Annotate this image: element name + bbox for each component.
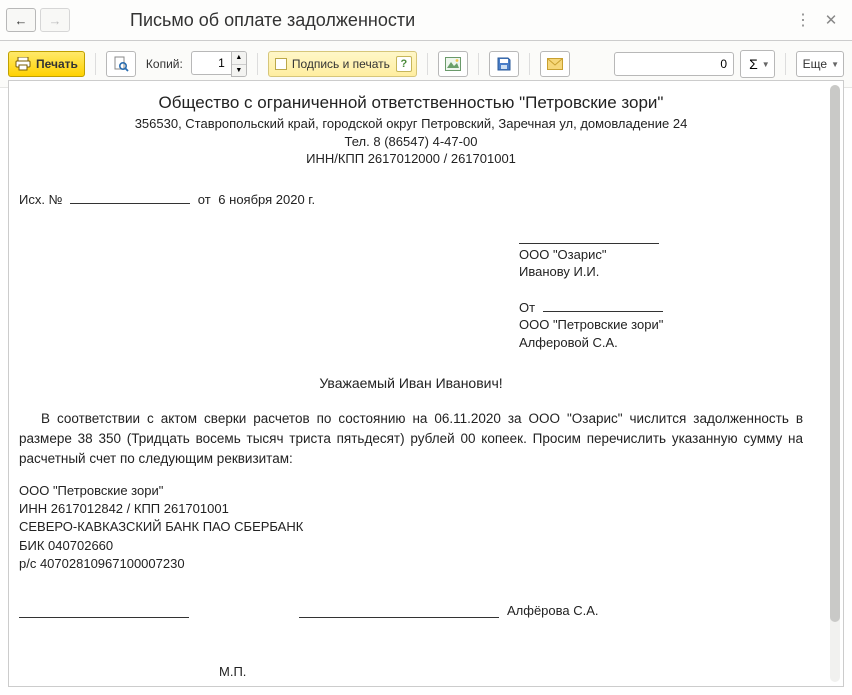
organization-title: Общество с ограниченной ответственностью… [19, 93, 803, 113]
copies-spinner[interactable]: ▲ ▼ [191, 51, 247, 77]
scrollbar-thumb[interactable] [830, 85, 840, 622]
salutation: Уважаемый Иван Иванович! [19, 375, 803, 391]
magnifier-document-icon [113, 56, 129, 72]
toolbar-divider [257, 53, 258, 75]
copies-label: Копий: [146, 57, 183, 71]
sum-field[interactable] [614, 52, 734, 76]
picture-icon [445, 57, 461, 71]
sign-and-print-label: Подпись и печать [292, 57, 390, 71]
signer-name: Алфёрова С.А. [507, 603, 599, 618]
arrow-left-icon: ← [15, 13, 28, 28]
copies-spin-up[interactable]: ▲ [232, 52, 246, 65]
toolbar-divider [478, 53, 479, 75]
organization-phone: Тел. 8 (86547) 4-47-00 [19, 133, 803, 151]
outgoing-prefix: Исх. № [19, 192, 63, 207]
email-button[interactable] [540, 51, 570, 77]
req-inn-kpp: ИНН 2617012842 / КПП 261701001 [19, 500, 803, 518]
kebab-menu-icon[interactable]: ⋮ [794, 10, 812, 30]
organization-inn-kpp: ИНН/КПП 2617012000 / 261701001 [19, 150, 803, 168]
recipient-person: Иванову И.И. [519, 263, 803, 281]
letter-body: В соответствии с актом сверки расчетов п… [19, 409, 803, 468]
envelope-icon [547, 58, 563, 70]
save-button[interactable] [489, 51, 519, 77]
sender-person: Алферовой С.А. [519, 334, 803, 352]
signature-slot-date [19, 615, 189, 618]
chevron-down-icon: ▼ [762, 60, 770, 69]
image-tool-button[interactable] [438, 51, 468, 77]
floppy-disk-icon [497, 57, 511, 71]
from-label: От [519, 300, 535, 315]
document-scroll-area[interactable]: Общество с ограниченной ответственностью… [9, 81, 827, 686]
req-bik: БИК 040702660 [19, 537, 803, 555]
help-icon[interactable]: ? [396, 56, 412, 72]
sender-org: ООО "Петровские зори" [519, 316, 803, 334]
sender-block: От ООО "Петровские зори" Алферовой С.А. [519, 299, 803, 352]
checkbox-empty-icon [275, 58, 287, 70]
close-icon[interactable]: ✕ [822, 11, 840, 29]
signature-slot-sign [299, 615, 499, 618]
nav-back-button[interactable]: ← [6, 8, 36, 32]
sender-underline [543, 311, 663, 312]
arrow-right-icon: → [49, 13, 62, 28]
document-content: Общество с ограниченной ответственностью… [19, 93, 803, 679]
nav-forward-button[interactable]: → [40, 8, 70, 32]
vertical-scrollbar[interactable] [830, 85, 840, 682]
chevron-down-icon: ▼ [831, 60, 839, 69]
outgoing-date-prefix: от [198, 192, 211, 207]
print-button[interactable]: Печать [8, 51, 85, 77]
window-title: Письмо об оплате задолженности [130, 10, 794, 31]
req-bank: СЕВЕРО-КАВКАЗСКИЙ БАНК ПАО СБЕРБАНК [19, 518, 803, 536]
outgoing-date: 6 ноября 2020 г. [218, 192, 315, 207]
document-viewport: Общество с ограниченной ответственностью… [8, 80, 844, 687]
outgoing-number-blank [70, 203, 190, 204]
toolbar-divider [427, 53, 428, 75]
sum-dropdown-button[interactable]: Σ ▼ [740, 50, 775, 78]
signature-row: Алфёрова С.А. [19, 603, 803, 618]
copies-input[interactable] [191, 51, 231, 75]
letter-body-text: В соответствии с актом сверки расчетов п… [19, 411, 803, 465]
bank-requisites: ООО "Петровские зори" ИНН 2617012842 / К… [19, 482, 803, 573]
more-button-label: Еще [803, 57, 827, 71]
sigma-icon: Σ [749, 56, 758, 72]
sign-and-print-button[interactable]: Подпись и печать ? [268, 51, 417, 77]
organization-address: 356530, Ставропольский край, городской о… [19, 115, 803, 133]
recipient-block: ООО "Озарис" Иванову И.И. [519, 241, 803, 281]
print-button-label: Печать [36, 57, 78, 71]
outgoing-reference: Исх. № от 6 ноября 2020 г. [19, 192, 803, 207]
stamp-placeholder: М.П. [219, 664, 803, 679]
printer-icon [15, 57, 31, 71]
toolbar-divider [529, 53, 530, 75]
preview-button[interactable] [106, 51, 136, 77]
toolbar-divider [95, 53, 96, 75]
req-org: ООО "Петровские зори" [19, 482, 803, 500]
recipient-org: ООО "Озарис" [519, 246, 803, 264]
more-button[interactable]: Еще ▼ [796, 51, 844, 77]
toolbar-divider [785, 53, 786, 75]
copies-spin-down[interactable]: ▼ [232, 65, 246, 77]
req-account: р/с 40702810967100007230 [19, 555, 803, 573]
titlebar: ← → Письмо об оплате задолженности ⋮ ✕ [0, 0, 852, 41]
recipient-underline [519, 241, 659, 244]
